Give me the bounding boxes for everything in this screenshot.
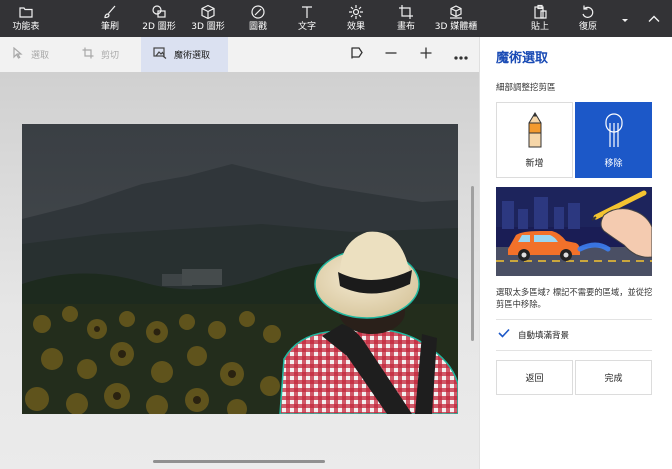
top-toolbar: 功能表 筆刷 2D 圖形 3D 圖形 圖戳 文字 效果 畫布 3D 媒體櫃 貼上… xyxy=(0,0,672,37)
paste-button[interactable]: 貼上 xyxy=(528,0,552,37)
menu-button[interactable]: 功能表 xyxy=(8,0,44,37)
panel-subtitle: 細部調整挖剪區 xyxy=(496,83,556,93)
paste-label: 貼上 xyxy=(530,22,549,32)
undo-history-button[interactable] xyxy=(616,0,634,37)
tool-effects[interactable]: 效果 xyxy=(343,0,369,37)
photo-image xyxy=(22,124,458,414)
flag-icon xyxy=(350,45,364,64)
tool-2d-shapes[interactable]: 2D 圖形 xyxy=(142,0,176,37)
more-options-button[interactable] xyxy=(446,37,476,72)
back-button[interactable]: 返回 xyxy=(496,360,573,395)
tool-label: 圖戳 xyxy=(248,22,267,32)
add-mode-button[interactable]: 新增 xyxy=(496,102,573,178)
effects-icon xyxy=(347,4,365,20)
tool-label: 3D 媒體櫃 xyxy=(434,22,478,32)
magic-select-button[interactable]: 魔術選取 xyxy=(141,37,228,72)
remove-mode-button[interactable]: 移除 xyxy=(575,102,652,178)
more-icon xyxy=(454,45,468,64)
text-icon xyxy=(298,4,316,20)
folder-icon xyxy=(17,4,35,20)
canvas-area[interactable] xyxy=(0,72,479,469)
crop-button[interactable]: 剪切 xyxy=(82,37,119,72)
minus-icon xyxy=(384,45,398,64)
crop-icon xyxy=(82,47,94,62)
3d-shapes-icon xyxy=(199,4,217,20)
photo-canvas[interactable] xyxy=(22,124,458,414)
tool-label: 畫布 xyxy=(396,22,415,32)
menu-label: 功能表 xyxy=(12,22,40,32)
magic-select-label: 魔術選取 xyxy=(174,51,211,61)
brush-icon xyxy=(101,4,119,20)
divider xyxy=(496,350,652,351)
hint-text: 選取太多區域? 標記不需要的區域，並從挖剪區中移除。 xyxy=(496,287,653,309)
tool-canvas[interactable]: 畫布 xyxy=(393,0,419,37)
tool-3d-library[interactable]: 3D 媒體櫃 xyxy=(433,0,479,37)
eraser-icon xyxy=(576,111,651,151)
tool-label: 2D 圖形 xyxy=(142,22,176,32)
done-button[interactable]: 完成 xyxy=(575,360,652,395)
undo-label: 復原 xyxy=(578,22,597,32)
magic-select-icon xyxy=(153,47,167,62)
tool-text[interactable]: 文字 xyxy=(294,0,320,37)
tool-label: 效果 xyxy=(346,22,365,32)
3d-library-icon xyxy=(447,4,465,20)
caret-down-icon xyxy=(620,9,630,28)
cursor-icon xyxy=(12,46,24,62)
select-label: 選取 xyxy=(31,51,50,61)
autofill-label: 自動填滿背景 xyxy=(518,330,570,341)
chevron-up-icon xyxy=(647,9,661,28)
horizontal-scrollbar[interactable] xyxy=(153,460,325,463)
select-button[interactable]: 選取 xyxy=(12,37,49,72)
zoom-out-button[interactable] xyxy=(376,37,406,72)
remove-illustration xyxy=(496,187,652,276)
vertical-scrollbar[interactable] xyxy=(471,186,474,341)
tool-brushes[interactable]: 筆刷 xyxy=(97,0,123,37)
sticker-icon xyxy=(249,4,267,20)
plus-icon xyxy=(419,45,433,64)
collapse-toolbar-button[interactable] xyxy=(642,0,666,37)
autofill-checkbox[interactable]: 自動填滿背景 xyxy=(498,328,569,341)
remove-mode-label: 移除 xyxy=(604,159,623,169)
panel-title: 魔術選取 xyxy=(496,51,549,66)
checkmark-icon xyxy=(498,328,510,341)
paste-icon xyxy=(531,4,549,20)
magic-select-panel: 魔術選取 細部調整挖剪區 新增 移除 選取太多區域? 標記不需要的區域，並從挖剪… xyxy=(479,37,672,469)
canvas-icon xyxy=(397,4,415,20)
tool-3d-shapes[interactable]: 3D 圖形 xyxy=(191,0,225,37)
undo-icon xyxy=(579,4,597,20)
2d-shapes-icon xyxy=(150,4,168,20)
zoom-in-button[interactable] xyxy=(411,37,441,72)
canvas-toolbar: 選取 剪切 魔術選取 xyxy=(0,37,479,72)
view-3d-button[interactable] xyxy=(342,37,372,72)
undo-button[interactable]: 復原 xyxy=(576,0,600,37)
tool-stickers[interactable]: 圖戳 xyxy=(245,0,271,37)
crop-label: 剪切 xyxy=(101,51,120,61)
tool-label: 3D 圖形 xyxy=(191,22,225,32)
tool-label: 文字 xyxy=(297,22,316,32)
pencil-icon xyxy=(497,111,572,151)
divider xyxy=(496,319,652,320)
tool-label: 筆刷 xyxy=(100,22,119,32)
add-mode-label: 新增 xyxy=(525,159,544,169)
